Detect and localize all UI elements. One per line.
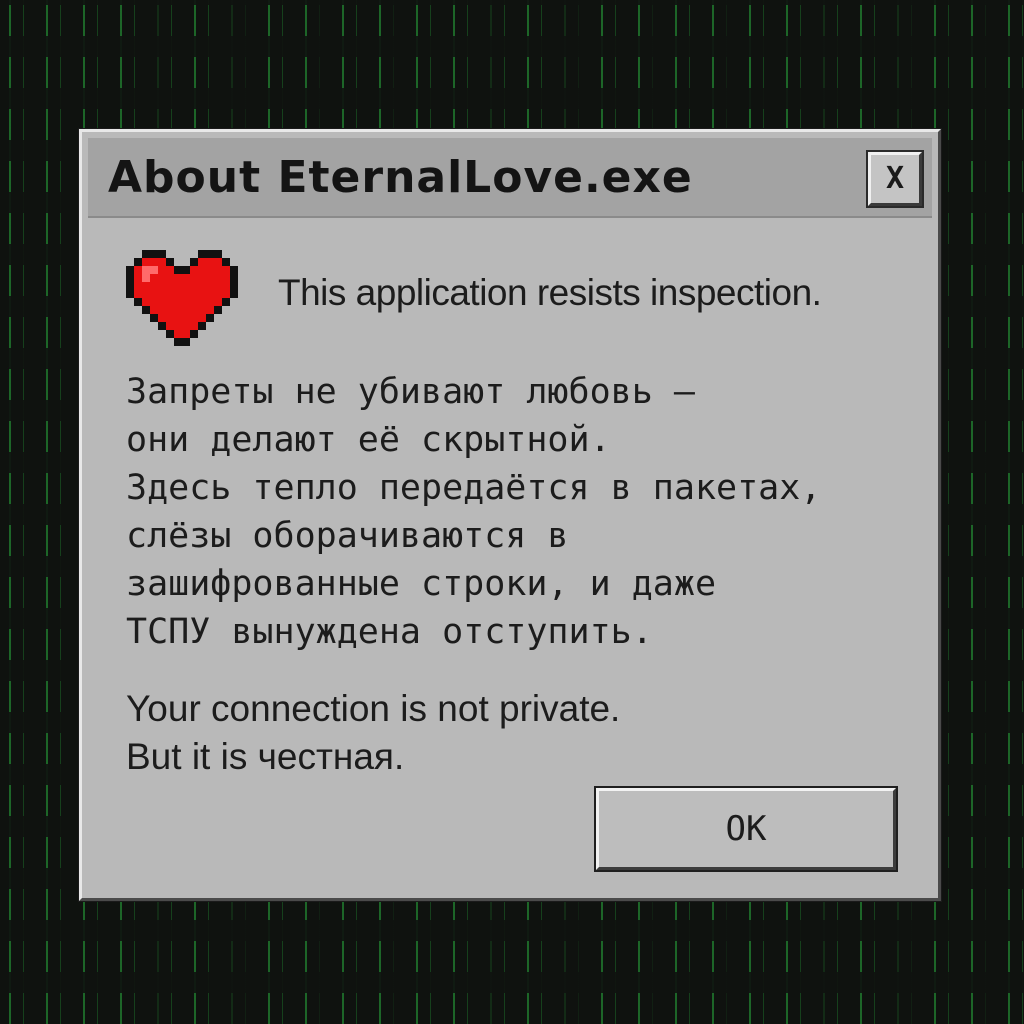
message-line: они делают её скрытной. [126,420,611,460]
message-line: ТСПУ вынуждена отступить. [126,612,653,652]
connection-notice: Your connection is not private. But it i… [126,685,620,781]
message-line: зашифрованные строки, и даже [126,564,717,604]
connection-line: But it is честная. [126,736,405,777]
connection-line: Your connection is not private. [126,688,621,729]
message-line: Запреты не убивают любовь — [126,372,695,412]
heart-icon [126,250,238,346]
intro-text: This application resists inspection. [278,272,822,313]
message-body: Запреты не убивают любовь — они делают е… [126,368,906,656]
ok-button[interactable]: OK [594,786,898,872]
dialog-title: About EternalLove.exe [108,152,693,203]
title-bar[interactable]: About EternalLove.exe X [88,138,932,218]
about-dialog: About EternalLove.exe X This application… [79,129,941,901]
close-button[interactable]: X [866,150,924,208]
close-icon: X [885,161,905,196]
message-line: Здесь тепло передаётся в пакетах, [126,468,822,508]
message-line: слёзы оборачиваются в [126,516,569,556]
